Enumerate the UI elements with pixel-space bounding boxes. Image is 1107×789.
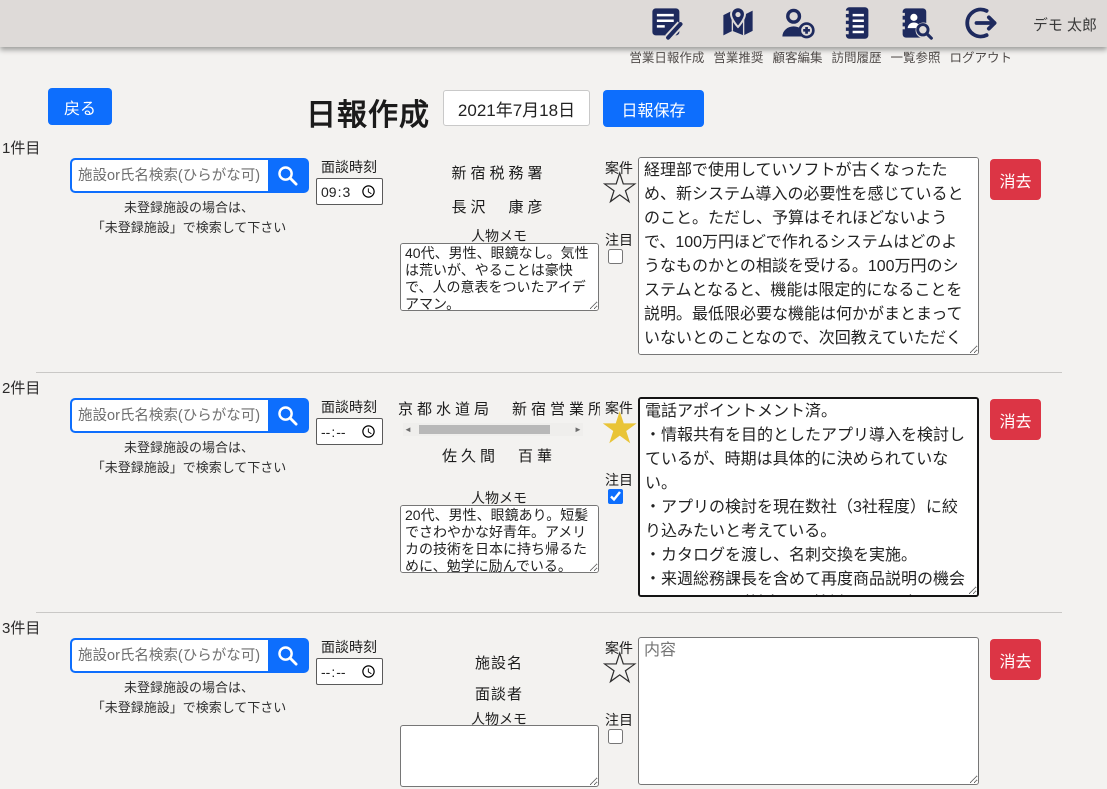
case-star-icon[interactable]: ★ — [600, 405, 639, 453]
search-button[interactable] — [268, 160, 307, 191]
delete-entry-button[interactable]: 消去 — [990, 639, 1041, 680]
nav-label: 訪問履歴 — [831, 47, 881, 66]
report-create-icon — [649, 5, 685, 41]
delete-entry-button[interactable]: 消去 — [990, 399, 1041, 440]
page-title: 日報作成 — [306, 90, 430, 134]
report-entry-3: 3件目 未登録施設の場合は、 「未登録施設」で検索して下さい 面談時刻 施設名 … — [0, 617, 1107, 789]
search-icon — [275, 403, 301, 429]
nav-item-customer-edit[interactable]: 顧客編集 — [772, 5, 822, 66]
scrollbar-track[interactable] — [413, 424, 573, 435]
nav-label: 一覧参照 — [890, 47, 940, 66]
attention-checkbox[interactable] — [608, 729, 623, 744]
section-divider — [36, 612, 1062, 613]
search-button[interactable] — [268, 400, 307, 431]
nav-label: ログアウト — [949, 47, 1012, 66]
interview-time-input[interactable] — [316, 178, 383, 205]
nav-label: 顧客編集 — [772, 47, 822, 66]
nav-item-sales-recommend[interactable]: 営業推奨 — [713, 5, 763, 66]
nav-label: 営業日報作成 — [629, 47, 704, 66]
facility-search-input[interactable] — [72, 640, 268, 671]
person-memo-textarea[interactable] — [400, 725, 599, 787]
nav-item-sales-report-create[interactable]: 営業日報作成 — [629, 5, 704, 66]
save-report-button[interactable]: 日報保存 — [603, 90, 704, 127]
facility-search-group — [70, 158, 309, 193]
scroll-left-arrow-icon[interactable]: ◄ — [403, 423, 413, 436]
search-helper-text: 「未登録施設」で検索して下さい — [48, 218, 330, 238]
facility-search-input[interactable] — [72, 400, 268, 431]
section-divider — [36, 372, 1062, 373]
facility-name-scrollbar[interactable]: ◄ ► — [403, 423, 583, 436]
facility-name: 京都水道局 新宿営業所 — [398, 398, 600, 419]
person-name-placeholder: 面談者 — [398, 683, 600, 704]
attention-label: 注目 — [605, 710, 633, 730]
nav-item-logout[interactable]: ログアウト — [949, 5, 1012, 66]
search-helper-text: 未登録施設の場合は、 — [48, 678, 330, 698]
entry-number-label: 2件目 — [2, 377, 40, 398]
facility-search-input[interactable] — [72, 160, 268, 191]
search-icon — [275, 643, 301, 669]
report-content-textarea[interactable] — [638, 637, 979, 785]
entry-number-label: 3件目 — [2, 617, 40, 638]
map-pin-icon — [720, 5, 756, 41]
nav-label: 営業推奨 — [713, 47, 763, 66]
person-name: 佐久間 百華 — [398, 445, 600, 466]
report-entry-1: 1件目 未登録施設の場合は、 「未登録施設」で検索して下さい 面談時刻 新宿税務… — [0, 137, 1107, 372]
nav-item-visit-history[interactable]: 訪問履歴 — [831, 5, 881, 66]
search-helper-text: 「未登録施設」で検索して下さい — [48, 458, 330, 478]
interview-time-label: 面談時刻 — [321, 397, 377, 417]
attention-checkbox[interactable] — [608, 489, 623, 504]
person-name: 長沢 康彦 — [398, 196, 600, 217]
report-entry-2: 2件目 未登録施設の場合は、 「未登録施設」で検索して下さい 面談時刻 京都水道… — [0, 377, 1107, 612]
contact-search-icon — [897, 5, 933, 41]
report-content-textarea[interactable]: 電話アポイントメント済。 ・情報共有を目的としたアプリ導入を検討しているが、時期… — [638, 397, 979, 597]
nav-item-list-reference[interactable]: 一覧参照 — [890, 5, 940, 66]
interview-time-label: 面談時刻 — [321, 157, 377, 177]
report-date-input[interactable] — [443, 90, 590, 126]
search-helper-text: 「未登録施設」で検索して下さい — [48, 698, 330, 718]
facility-name-placeholder: 施設名 — [398, 652, 600, 673]
notebook-icon — [838, 5, 874, 41]
case-star-icon[interactable]: ☆ — [600, 165, 639, 213]
user-name: デモ 太郎 — [1033, 14, 1097, 35]
back-button[interactable]: 戻る — [48, 88, 112, 125]
daily-report-page: 営業日報作成 営業推奨 顧客編集 — [0, 0, 1107, 789]
attention-label: 注目 — [605, 470, 633, 490]
interview-time-input[interactable] — [316, 418, 383, 445]
person-memo-textarea[interactable]: 20代、男性、眼鏡あり。短髪でさわやかな好青年。アメリカの技術を日本に持ち帰るた… — [400, 505, 599, 573]
entry-number-label: 1件目 — [2, 137, 40, 158]
nav-menu: 営業日報作成 営業推奨 顧客編集 — [629, 5, 1012, 66]
search-helper-text: 未登録施設の場合は、 — [48, 438, 330, 458]
logout-icon — [963, 5, 999, 41]
delete-entry-button[interactable]: 消去 — [990, 159, 1041, 200]
facility-search-group — [70, 638, 309, 673]
interview-time-label: 面談時刻 — [321, 637, 377, 657]
attention-checkbox[interactable] — [608, 249, 623, 264]
top-navigation-bar: 営業日報作成 営業推奨 顧客編集 — [0, 0, 1107, 47]
case-star-icon[interactable]: ☆ — [600, 645, 639, 693]
scroll-right-arrow-icon[interactable]: ► — [573, 423, 583, 436]
person-add-icon — [779, 5, 815, 41]
scrollbar-thumb[interactable] — [419, 425, 550, 434]
search-icon — [275, 163, 301, 189]
person-memo-textarea[interactable]: 40代、男性、眼鏡なし。気性は荒いが、やることは豪快で、人の意表をついたアイデア… — [400, 243, 599, 311]
search-button[interactable] — [268, 640, 307, 671]
search-helper-text: 未登録施設の場合は、 — [48, 198, 330, 218]
facility-search-group — [70, 398, 309, 433]
interview-time-input[interactable] — [316, 658, 383, 685]
facility-name: 新宿税務署 — [398, 162, 600, 183]
report-content-textarea[interactable]: 経理部で使用していソフトが古くなったため、新システム導入の必要性を感じているとの… — [638, 157, 979, 355]
attention-label: 注目 — [605, 230, 633, 250]
